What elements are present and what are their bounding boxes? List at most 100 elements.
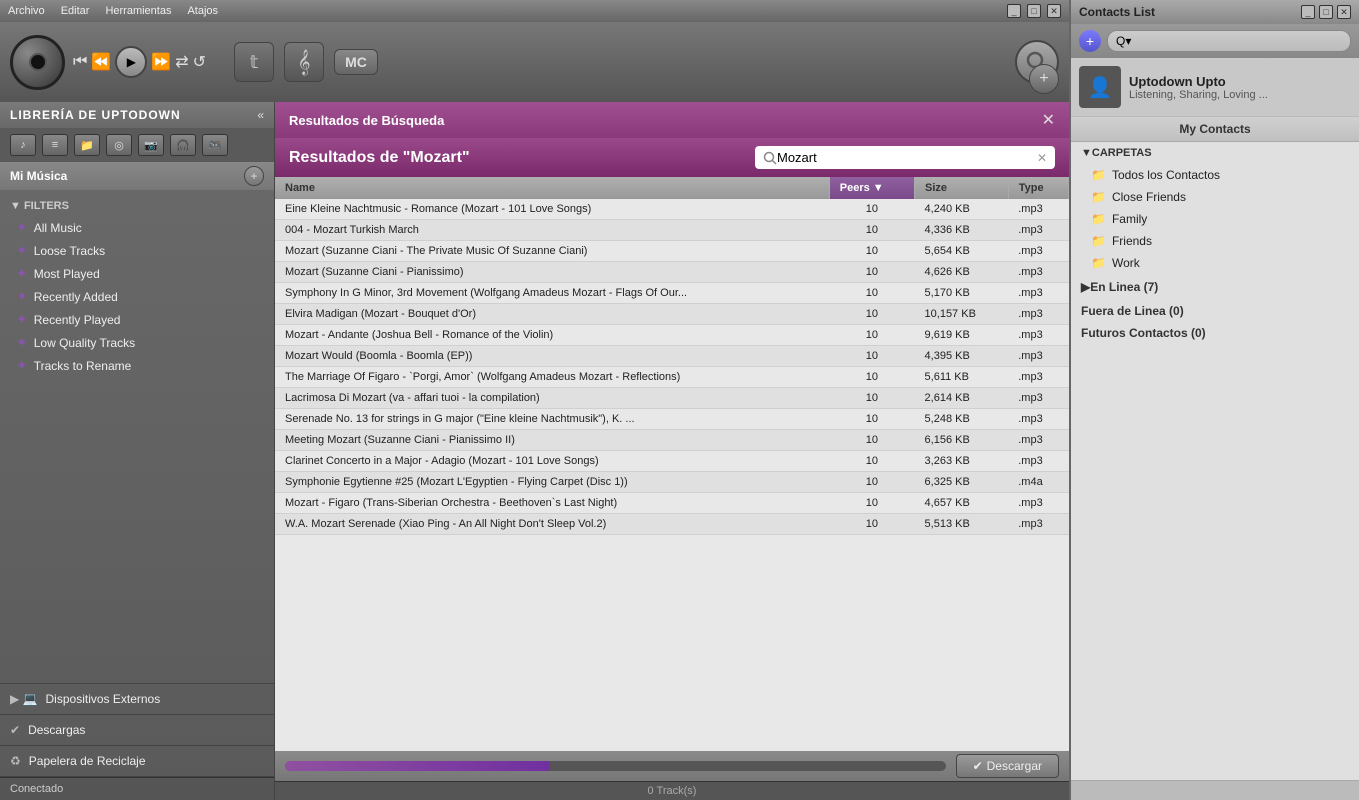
folder-label-todos: Todos los Contactos [1112,168,1220,182]
filter-icon-low: ✦ [16,334,28,351]
prev-button[interactable]: ⏮ [73,53,87,71]
col-header-size[interactable]: Size [915,177,1009,199]
sidebar-downloads[interactable]: ✔ Descargas [0,715,274,746]
result-name: Elvira Madigan (Mozart - Bouquet d'Or) [275,304,829,325]
folder-family[interactable]: 📁 Family [1071,208,1359,230]
table-row[interactable]: Symphony In G Minor, 3rd Movement (Wolfg… [275,283,1069,304]
mc-badge[interactable]: MC [334,49,378,75]
sidebar-external-devices[interactable]: ▶ 💻 Dispositivos Externos [0,684,274,715]
social-icons[interactable]: 𝕥 𝄞 MC [234,42,378,82]
downloads-icon: ✔ [10,723,20,737]
col-header-peers[interactable]: Peers ▼ [829,177,914,199]
twitter-icon[interactable]: 𝕥 [234,42,274,82]
table-row[interactable]: Serenade No. 13 for strings in G major (… [275,409,1069,430]
table-row[interactable]: Mozart Would (Boomla - Boomla (EP)) 10 4… [275,346,1069,367]
menu-archivo[interactable]: Archivo [8,5,45,17]
sidebar-icon-camera[interactable]: 📷 [138,134,164,156]
result-name: Lacrimosa Di Mozart (va - affari tuoi - … [275,388,829,409]
menu-atajos[interactable]: Atajos [187,5,218,17]
maximize-button[interactable]: □ [1027,4,1041,18]
table-row[interactable]: Mozart - Andante (Joshua Bell - Romance … [275,325,1069,346]
contacts-maximize[interactable]: □ [1319,5,1333,19]
carpetas-header[interactable]: ▼CARPETAS [1071,142,1359,164]
rewind-button[interactable]: ⏪ [91,52,111,72]
table-row[interactable]: Meeting Mozart (Suzanne Ciani - Pianissi… [275,430,1069,451]
menu-herramientas[interactable]: Herramientas [105,5,171,17]
menu-editar[interactable]: Editar [61,5,90,17]
window-controls[interactable]: _ □ ✕ [1007,4,1061,18]
search-clear-button[interactable]: ✕ [1037,151,1047,165]
table-row[interactable]: Mozart (Suzanne Ciani - Pianissimo) 10 4… [275,262,1069,283]
table-row[interactable]: Symphonie Egytienne #25 (Mozart L'Egypti… [275,472,1069,493]
player-controls[interactable]: ⏮ ⏪ ▶ ⏩ ⇄ ↺ [73,46,206,78]
result-type: .mp3 [1008,493,1068,514]
contacts-minimize[interactable]: _ [1301,5,1315,19]
folder-friends[interactable]: 📁 Friends [1071,230,1359,252]
table-row[interactable]: The Marriage Of Figaro - `Porgi, Amor` (… [275,367,1069,388]
filter-all-music[interactable]: ✦ All Music [0,216,274,239]
contacts-window-controls[interactable]: _ □ ✕ [1301,5,1351,19]
play-button[interactable]: ▶ [115,46,147,78]
result-size: 4,657 KB [915,493,1009,514]
folder-work[interactable]: 📁 Work [1071,252,1359,274]
filter-recently-played[interactable]: ✦ Recently Played [0,308,274,331]
contacts-search-input[interactable]: Q▾ [1107,30,1351,52]
shuffle-button[interactable]: ⇄ [175,52,188,72]
download-label: Descargar [987,759,1042,773]
mi-musica-add-button[interactable]: + [244,166,264,186]
table-row[interactable]: Mozart - Figaro (Trans-Siberian Orchestr… [275,493,1069,514]
table-row[interactable]: 004 - Mozart Turkish March 10 4,336 KB .… [275,220,1069,241]
menu-bar[interactable]: Archivo Editar Herramientas Atajos [8,5,218,17]
table-row[interactable]: Elvira Madigan (Mozart - Bouquet d'Or) 1… [275,304,1069,325]
col-header-type[interactable]: Type [1008,177,1068,199]
fast-forward-button[interactable]: ⏩ [151,52,171,72]
online-section[interactable]: ▶En Linea (7) [1071,274,1359,300]
filter-loose-tracks[interactable]: ✦ Loose Tracks [0,239,274,262]
result-name: Symphonie Egytienne #25 (Mozart L'Egypti… [275,472,829,493]
filter-recently-added[interactable]: ✦ Recently Added [0,285,274,308]
result-name: Mozart (Suzanne Ciani - Pianissimo) [275,262,829,283]
table-row[interactable]: Clarinet Concerto in a Major - Adagio (M… [275,451,1069,472]
download-button[interactable]: ✔ Descargar [956,754,1059,778]
filter-most-played[interactable]: ✦ Most Played [0,262,274,285]
result-name: The Marriage Of Figaro - `Porgi, Amor` (… [275,367,829,388]
table-row[interactable]: Mozart (Suzanne Ciani - The Private Musi… [275,241,1069,262]
sidebar-collapse-button[interactable]: « [257,108,264,122]
result-size: 10,157 KB [915,304,1009,325]
folder-todos[interactable]: 📁 Todos los Contactos [1071,164,1359,186]
repeat-button[interactable]: ↺ [193,52,206,72]
filter-icon-most: ✦ [16,265,28,282]
close-button[interactable]: ✕ [1047,4,1061,18]
vinyl-disc [10,35,65,90]
sidebar-icon-headphones[interactable]: 🎧 [170,134,196,156]
folder-close-friends[interactable]: 📁 Close Friends [1071,186,1359,208]
result-size: 5,611 KB [915,367,1009,388]
result-type: .m4a [1008,472,1068,493]
sidebar-icon-gamepad[interactable]: 🎮 [202,134,228,156]
table-row[interactable]: W.A. Mozart Serenade (Xiao Ping - An All… [275,514,1069,535]
result-size: 4,626 KB [915,262,1009,283]
music-social-icon[interactable]: 𝄞 [284,42,324,82]
filter-low-quality[interactable]: ✦ Low Quality Tracks [0,331,274,354]
col-header-name[interactable]: Name [275,177,829,199]
results-tbody: Eine Kleine Nachtmusic - Romance (Mozart… [275,199,1069,535]
add-button[interactable]: + [1029,64,1059,94]
result-size: 4,395 KB [915,346,1009,367]
contacts-add-button[interactable]: + [1079,30,1101,52]
filter-tracks-rename[interactable]: ✦ Tracks to Rename [0,354,274,377]
sidebar-recycle[interactable]: ♻ Papelera de Reciclaje [0,746,274,777]
sidebar-icon-music[interactable]: ♪ [10,134,36,156]
search-input[interactable] [777,150,1033,165]
sidebar-icon-radio[interactable]: ◎ [106,134,132,156]
contacts-close[interactable]: ✕ [1337,5,1351,19]
result-size: 6,156 KB [915,430,1009,451]
table-row[interactable]: Eine Kleine Nachtmusic - Romance (Mozart… [275,199,1069,220]
sidebar-icon-folder[interactable]: 📁 [74,134,100,156]
table-row[interactable]: Lacrimosa Di Mozart (va - affari tuoi - … [275,388,1069,409]
minimize-button[interactable]: _ [1007,4,1021,18]
result-peers: 10 [829,388,914,409]
result-peers: 10 [829,220,914,241]
sidebar-icon-playlist[interactable]: ≡ [42,134,68,156]
search-input-wrap[interactable]: ✕ [755,146,1055,169]
close-search-button[interactable]: ✕ [1042,110,1055,130]
